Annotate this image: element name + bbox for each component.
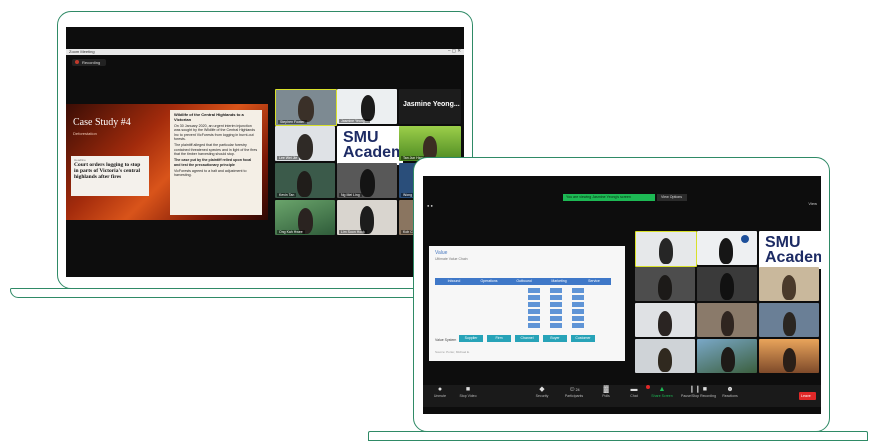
smu-academy-tile[interactable]: SMU Academy <box>337 126 403 165</box>
participant-tile[interactable] <box>635 339 695 373</box>
record-icon: ❙❙ ■ <box>689 386 707 393</box>
window-controls[interactable]: – ▢ ✕ <box>448 48 461 54</box>
participant-tile[interactable]: Jasmine Yeong... <box>399 89 461 124</box>
value-step: Outbound <box>516 279 532 283</box>
participant-tile[interactable] <box>697 339 757 373</box>
value-step: Operations <box>480 279 498 283</box>
participant-tile[interactable] <box>635 303 695 337</box>
slide-subheading: Deforestation <box>73 131 97 136</box>
participant-tile[interactable] <box>759 339 819 373</box>
bullet-item: The case put by the plaintiff relied upo… <box>174 158 252 167</box>
participants-icon: ☺24 <box>568 386 580 393</box>
smu-academy-tile[interactable]: SMU Academy <box>759 231 821 269</box>
value-step: Marketing <box>551 279 567 283</box>
participant-gallery: SMU Academy <box>635 231 821 377</box>
share-icon: ▲ <box>658 386 666 393</box>
participant-tile[interactable]: Lee Wei Jie <box>275 126 335 161</box>
left-screen: Zoom Meeting – ▢ ✕ Recording Case Study … <box>66 27 464 277</box>
participant-tile[interactable] <box>697 267 757 301</box>
participant-tile[interactable] <box>759 267 819 301</box>
slide-heading: Case Study #4 <box>73 117 131 128</box>
leave-button[interactable]: Leave <box>799 392 816 400</box>
view-button[interactable]: View <box>808 201 817 206</box>
logo-icon <box>741 235 749 243</box>
slide-title: Value <box>435 250 448 256</box>
share-screen-button[interactable]: ▲ Share Screen <box>649 385 675 398</box>
participant-tile[interactable]: Ng Mei Ling <box>337 163 397 198</box>
participant-tile[interactable]: Stephen Fowler <box>275 89 337 126</box>
news-title: Court orders logging to stop in parts of… <box>74 162 141 180</box>
bullet-item: VicForests agreed to a halt and adjustme… <box>174 168 247 178</box>
chat-icon: ▬ <box>621 385 650 394</box>
bullets-title: Wildlife of the Central Highlands to a V… <box>174 112 244 122</box>
slide-footer: Source: Porter, Michael E. <box>435 350 470 354</box>
security-icon: ◆ <box>539 386 545 393</box>
participant-tile[interactable] <box>759 303 819 337</box>
right-screen: You are viewing Jasmine Yeong's screen V… <box>423 176 821 414</box>
participant-tile[interactable]: Ong Kah Hwee <box>275 200 335 235</box>
value-system-step: Supplier <box>459 335 483 342</box>
reactions-icon: ☻ <box>726 386 734 393</box>
value-system-step: Channel <box>515 335 539 342</box>
info-icon[interactable]: ● ● <box>427 203 433 208</box>
participant-tile[interactable] <box>697 231 757 265</box>
reactions-button[interactable]: ☻ Reactions <box>717 385 743 398</box>
right-laptop-base <box>368 431 868 441</box>
participant-tile[interactable]: Jasmine Yeong... <box>337 89 397 124</box>
security-button[interactable]: ◆ Security <box>529 385 555 398</box>
value-step: Inbound <box>447 279 461 283</box>
value-system-step: Buyer <box>543 335 567 342</box>
recording-indicator[interactable]: Recording <box>72 59 106 66</box>
participant-name-large: Jasmine Yeong... <box>403 101 460 108</box>
polls-button[interactable]: ▓ Polls <box>593 385 619 398</box>
view-options-button[interactable]: View Options <box>657 194 687 201</box>
polls-icon: ▓ <box>603 386 609 393</box>
screen-share-banner: You are viewing Jasmine Yeong's screen <box>563 194 655 201</box>
participant-tile[interactable]: Kevin Tan <box>275 163 335 198</box>
value-step: Service <box>588 279 600 283</box>
window-titlebar: Zoom Meeting – ▢ ✕ <box>66 48 464 55</box>
record-dot-icon <box>75 60 79 64</box>
chat-button[interactable]: ▬ Chat <box>621 385 650 398</box>
participant-tile[interactable] <box>635 231 697 267</box>
bullets-panel: Wildlife of the Central Highlands to a V… <box>170 110 262 215</box>
window-title: Zoom Meeting <box>69 49 95 54</box>
value-column <box>528 288 540 328</box>
video-icon: ■ <box>465 386 471 393</box>
participant-tile[interactable] <box>635 267 695 301</box>
participant-tile[interactable] <box>697 303 757 337</box>
value-system-step: Customer <box>571 335 595 342</box>
meeting-toolbar: ● Unmute ■ Stop Video ◆ Security ☺24 Partici… <box>423 385 821 407</box>
value-column <box>572 288 584 328</box>
value-system-step: Firm <box>487 335 511 342</box>
value-system-label: Value System <box>435 338 457 342</box>
value-column <box>550 288 562 328</box>
participants-button[interactable]: ☺24 Participants <box>561 385 587 398</box>
participant-tile[interactable]: Lim Soon Hock <box>337 200 397 235</box>
recording-label: Recording <box>82 60 101 65</box>
video-button[interactable]: ■ Stop Video <box>455 385 481 398</box>
shared-slide: Value Ultimate Value Chain Inbound Opera… <box>429 246 625 361</box>
slide-subtitle: Ultimate Value Chain <box>435 257 468 261</box>
mic-button[interactable]: ● Unmute <box>427 385 453 398</box>
bullet-item: The plaintiff alleged that the particula… <box>174 143 258 156</box>
bullet-item: On 30 January 2020, an urgent interim in… <box>174 124 256 142</box>
mic-icon: ● <box>437 386 443 393</box>
news-card: Headline Court orders logging to stop in… <box>71 156 149 196</box>
participant-tile[interactable]: Tan Jun Hao <box>399 126 461 161</box>
shared-slide: Case Study #4 Deforestation Headline Cou… <box>66 104 268 220</box>
record-button[interactable]: ❙❙ ■ Pause/Stop Recording <box>681 385 716 398</box>
